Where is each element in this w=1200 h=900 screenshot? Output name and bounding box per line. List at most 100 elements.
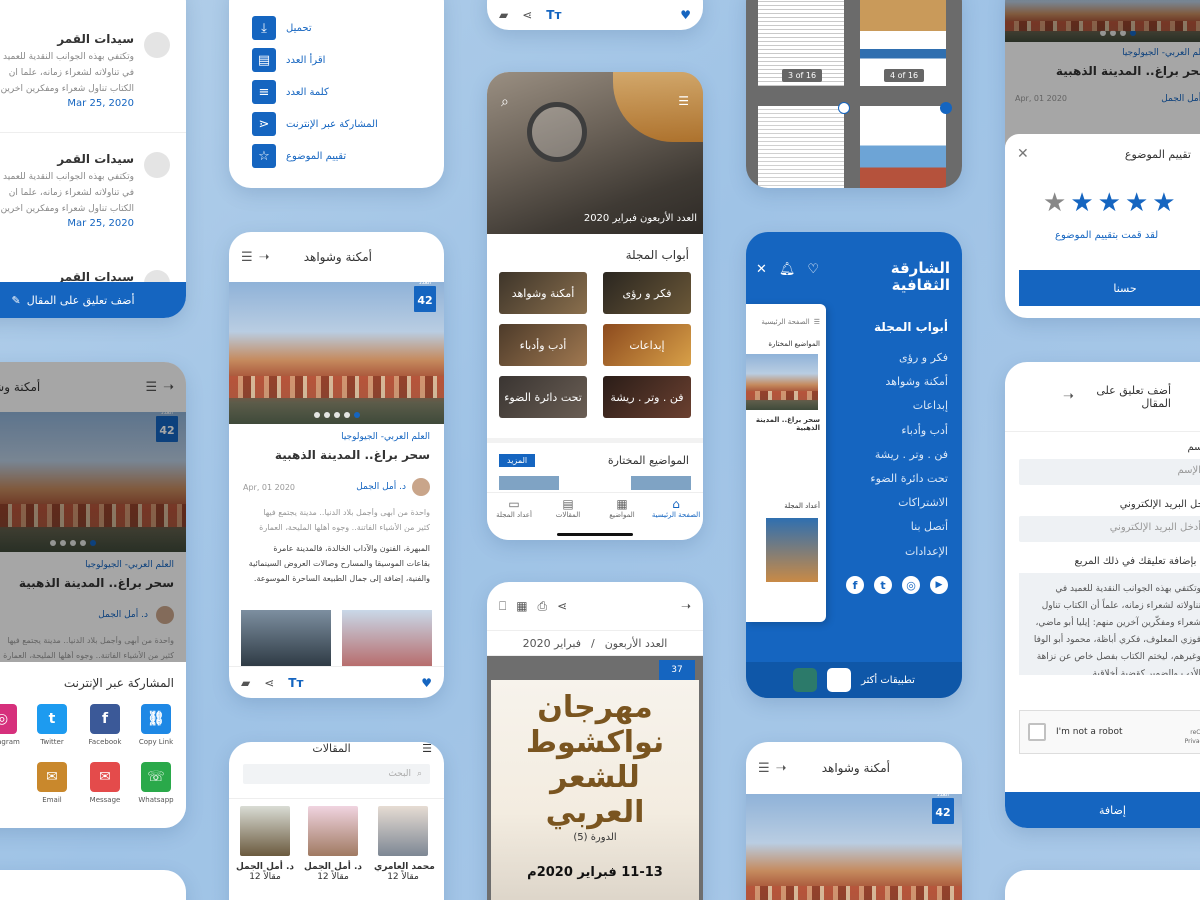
magazine-page[interactable]: مهرجان نواكشوط للشعر العربي الدورة (5) 1… — [491, 680, 699, 900]
captcha-box[interactable]: I'm not a robot ↻reCAPTCHAPrivacy - Term… — [1019, 710, 1200, 754]
name-field[interactable]: الإسم — [1019, 459, 1200, 485]
menu-icon[interactable]: ☰ — [422, 742, 432, 755]
email-icon[interactable]: ✉ — [37, 762, 67, 792]
related-photo[interactable] — [342, 610, 432, 666]
magazine-page-thumb[interactable]: 4 of 16 — [860, 0, 946, 86]
article-card-shared: ➝☰ أمكنة وشواهد العدد42 العلم العربي- ال… — [0, 362, 186, 828]
comment-author: سيدات القمر — [57, 152, 134, 166]
drawer-item[interactable]: الاشتراكات — [828, 491, 948, 515]
back-arrow-icon[interactable]: ➝ — [776, 761, 787, 776]
twitter-icon[interactable]: t — [874, 576, 892, 594]
facebook-icon[interactable]: f — [846, 576, 864, 594]
app-icon[interactable] — [827, 668, 852, 692]
menu-icon[interactable]: ☰ — [678, 94, 689, 108]
close-icon[interactable]: ✕ — [756, 262, 767, 277]
menu-download[interactable]: ⤓ تحميل — [252, 12, 432, 44]
facebook-icon[interactable]: f — [90, 704, 120, 734]
featured-title: المواضيع المختارة — [607, 454, 689, 467]
tile-literature[interactable]: أدب وأدباء — [499, 324, 587, 366]
print-icon[interactable]: ⎙ — [538, 599, 548, 614]
share-icon[interactable]: ⋖ — [557, 599, 567, 613]
back-arrow-icon[interactable]: ➝ — [259, 250, 270, 265]
whatsapp-icon[interactable]: ☏ — [141, 762, 171, 792]
drawer-item[interactable]: أتصل بنا — [828, 515, 948, 539]
captcha-checkbox[interactable] — [1028, 723, 1046, 741]
drawer-item[interactable]: الإعدادات — [828, 540, 948, 564]
instagram-icon[interactable]: ◎ — [0, 704, 17, 734]
author-name[interactable]: د. أمل الجمل — [356, 482, 406, 492]
author-avatar — [412, 478, 430, 496]
menu-rate[interactable]: ☆ تقييم الموضوع — [252, 140, 432, 172]
email-field[interactable]: أدخل البريد الإلكتروني — [1019, 516, 1200, 542]
magazine-page-thumb[interactable] — [860, 102, 952, 188]
bell-icon[interactable]: 🔔︎ — [779, 262, 796, 277]
pages-grid-card: 3 of 16 4 of 16 — [746, 0, 962, 188]
message-icon[interactable]: ✉ — [90, 762, 120, 792]
bookmark-icon[interactable]: ⎕ — [499, 599, 506, 614]
author-item[interactable]: د. أمل الجمل 12 مقالاً — [236, 806, 294, 882]
app-icon[interactable] — [793, 668, 818, 692]
star-icon[interactable]: ★ — [1070, 190, 1093, 216]
drawer-item[interactable]: أمكنة وشواهد — [828, 370, 948, 394]
tile-creations[interactable]: إبداعات — [603, 324, 691, 366]
menu-read-issue[interactable]: ▤ اقرأ العدد — [252, 44, 432, 76]
submit-button[interactable]: إضافة — [1005, 792, 1200, 828]
ok-button[interactable]: حسنا — [1019, 270, 1200, 306]
share-icon[interactable]: ⋖ — [264, 676, 274, 690]
comment-form-card: أضف تعليق على المقال ➝ الإسم الإسم أدخل … — [1005, 362, 1200, 828]
share-icon[interactable]: ⋖ — [522, 8, 532, 22]
menu-icon[interactable]: ☰ — [758, 761, 770, 776]
drawer-item[interactable]: أدب وأدباء — [828, 419, 948, 443]
copy-link-icon[interactable]: ⛓ — [141, 704, 171, 734]
comment-textarea[interactable]: وتكتفي بهذه الجوانب النقدية للعميد في تن… — [1019, 573, 1200, 675]
star-icon[interactable]: ★ — [1125, 190, 1148, 216]
rating-dialog: ✕ تقييم الموضوع ★ ★ ★ ★ ★ لقد قمت بتقييم… — [1005, 134, 1200, 318]
tile-thought[interactable]: فكر و رؤى — [603, 272, 691, 314]
add-comment-button[interactable]: ✎ أضف تعليق على المقال — [0, 282, 186, 318]
drawer-item[interactable]: تحت دائرة الضوء — [828, 467, 948, 491]
star-icon[interactable]: ★ — [1043, 190, 1066, 216]
comment-icon[interactable]: ▰ — [241, 676, 250, 690]
star-rating[interactable]: ★ ★ ★ ★ ★ — [1043, 190, 1176, 216]
menu-icon[interactable]: ☰ — [241, 250, 253, 265]
carousel-dots[interactable] — [313, 412, 360, 418]
author-item[interactable]: محمد العامري 12 مقالاً — [374, 806, 435, 882]
tile-art[interactable]: فن . وتر . ريشة — [603, 376, 691, 418]
related-photo[interactable] — [241, 610, 331, 666]
twitter-icon[interactable]: t — [37, 704, 67, 734]
magazine-page-thumb[interactable]: 3 of 16 — [758, 0, 844, 86]
text-size-icon[interactable]: Tт — [288, 676, 303, 690]
preview-featured: المواضيع المختارة — [768, 340, 820, 348]
drawer-item[interactable]: إبداعات — [828, 394, 948, 418]
search-input[interactable]: البحث ⌕ — [243, 764, 430, 784]
tab-home[interactable]: ⌂ الصفحة الرئيسية — [649, 493, 703, 540]
bookmark-icon[interactable] — [940, 102, 952, 114]
menu-issue-word[interactable]: ≡ كلمة العدد — [252, 76, 432, 108]
close-icon[interactable]: ✕ — [1017, 146, 1029, 162]
heart-icon[interactable]: ♡ — [807, 262, 819, 277]
more-button[interactable]: المزيد — [499, 454, 536, 467]
forward-arrow-icon[interactable]: ➝ — [681, 599, 691, 613]
back-arrow-icon[interactable]: ➝ — [1063, 389, 1074, 404]
instagram-icon[interactable]: ◎ — [902, 576, 920, 594]
drawer-item[interactable]: فن . وتر . ريشة — [828, 443, 948, 467]
youtube-icon[interactable]: ▶ — [930, 576, 948, 594]
text-size-icon[interactable]: Tт — [546, 8, 561, 22]
bookmark-icon[interactable] — [838, 102, 850, 114]
article-category[interactable]: العلم العربي- الجيولوجيا — [243, 432, 430, 442]
heart-icon[interactable]: ♥ — [680, 8, 691, 22]
star-icon[interactable]: ★ — [1152, 190, 1175, 216]
heart-icon[interactable]: ♥ — [421, 676, 432, 690]
star-icon[interactable]: ★ — [1098, 190, 1121, 216]
tile-spotlight[interactable]: تحت دائرة الضوء — [499, 376, 587, 418]
grid-icon[interactable]: ▦ — [516, 599, 527, 613]
author-item[interactable]: د. أمل الجمل 12 مقالاً — [304, 806, 362, 882]
drawer-item[interactable]: فكر و رؤى — [828, 346, 948, 370]
comment-icon[interactable]: ▰ — [499, 8, 508, 22]
tab-issues[interactable]: ▭ أعداد المجلة — [487, 493, 541, 540]
search-icon[interactable]: ⌕ — [501, 94, 509, 110]
menu-share[interactable]: ⋖ المشاركة عبر الإنترنت — [252, 108, 432, 140]
tile-places[interactable]: أمكنة وشواهد — [499, 272, 587, 314]
drawer-preview[interactable]: الصفحة الرئيسية ☰ المواضيع المختارة سحر ب… — [746, 304, 826, 622]
magazine-page-thumb[interactable] — [758, 102, 850, 188]
